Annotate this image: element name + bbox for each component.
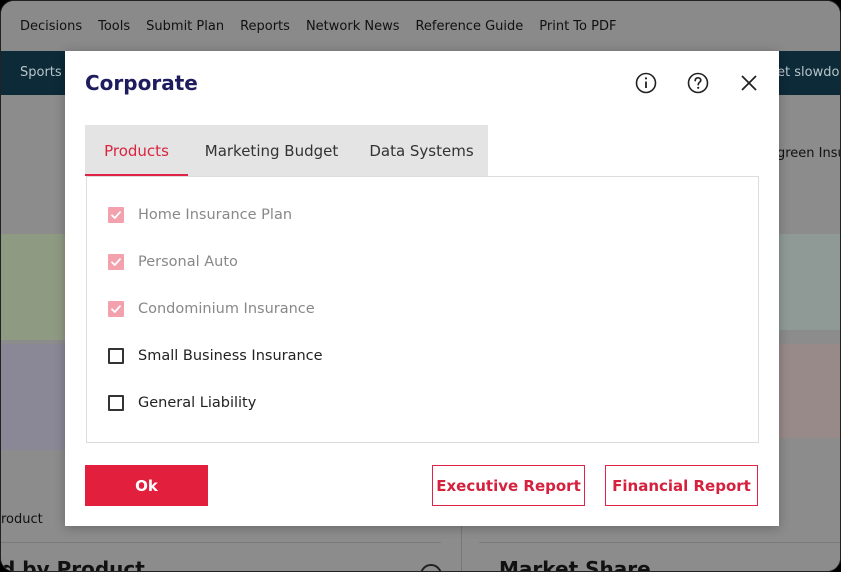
product-label: Condominium Insurance	[138, 301, 315, 317]
menu-print-to-pdf[interactable]: Print To PDF	[539, 19, 616, 34]
menu-bar: Decisions Tools Submit Plan Reports Netw…	[1, 1, 840, 51]
menu-reference-guide[interactable]: Reference Guide	[415, 19, 523, 34]
product-label: Personal Auto	[138, 254, 238, 270]
bg-card-purple	[1, 344, 65, 450]
product-checkbox-general-liability[interactable]: General Liability	[108, 392, 256, 414]
checkbox-checked-icon	[108, 207, 124, 223]
menu-reports[interactable]: Reports	[240, 19, 290, 34]
product-label: Small Business Insurance	[138, 348, 323, 364]
product-checkbox-home-insurance[interactable]: Home Insurance Plan	[108, 204, 292, 226]
products-panel: Home Insurance Plan Personal Auto Condom…	[86, 176, 759, 443]
checkbox-checked-icon	[108, 254, 124, 270]
close-icon[interactable]	[737, 71, 761, 95]
bg-card-teal	[779, 234, 840, 330]
bg-divider-line	[1, 542, 441, 543]
product-checkbox-condominium[interactable]: Condominium Insurance	[108, 298, 315, 320]
checkbox-unchecked-icon	[108, 348, 124, 364]
checkbox-checked-icon	[108, 301, 124, 317]
menu-tools[interactable]: Tools	[98, 19, 130, 34]
info-icon[interactable]	[634, 71, 658, 95]
help-icon[interactable]	[686, 71, 710, 95]
checkbox-unchecked-icon	[108, 395, 124, 411]
ticker-left-text: Sports -	[20, 65, 71, 80]
product-label: Home Insurance Plan	[138, 207, 293, 223]
bg-right-text: green Insu	[777, 146, 841, 161]
product-checkbox-personal-auto[interactable]: Personal Auto	[108, 251, 238, 273]
bg-card-red	[779, 344, 840, 438]
tab-marketing-budget[interactable]: Marketing Budget	[188, 125, 355, 176]
financial-report-button[interactable]: Financial Report	[605, 465, 758, 506]
corporate-dialog: Corporate Products Marketing Budget Data…	[65, 51, 779, 526]
bg-divider-line	[479, 542, 840, 543]
app-window: Decisions Tools Submit Plan Reports Netw…	[0, 0, 841, 572]
bg-product-text: roduct	[1, 512, 43, 527]
bg-card-green	[1, 234, 65, 340]
bg-column-divider	[461, 526, 462, 571]
product-checkbox-small-business[interactable]: Small Business Insurance	[108, 345, 323, 367]
ticker-right-text: et slowdow	[777, 65, 840, 80]
dialog-tabs: Products Marketing Budget Data Systems	[85, 125, 488, 176]
ok-button[interactable]: Ok	[85, 465, 208, 506]
bg-section-heading: Market Share	[499, 557, 651, 572]
menu-decisions[interactable]: Decisions	[20, 19, 82, 34]
dialog-title: Corporate	[85, 71, 198, 95]
tab-products[interactable]: Products	[85, 125, 188, 176]
menu-network-news[interactable]: Network News	[306, 19, 400, 34]
bg-section-heading: d by Product	[1, 557, 145, 572]
executive-report-button[interactable]: Executive Report	[432, 465, 585, 506]
tab-data-systems[interactable]: Data Systems	[355, 125, 488, 176]
menu-submit-plan[interactable]: Submit Plan	[146, 19, 224, 34]
product-label: General Liability	[138, 395, 257, 411]
